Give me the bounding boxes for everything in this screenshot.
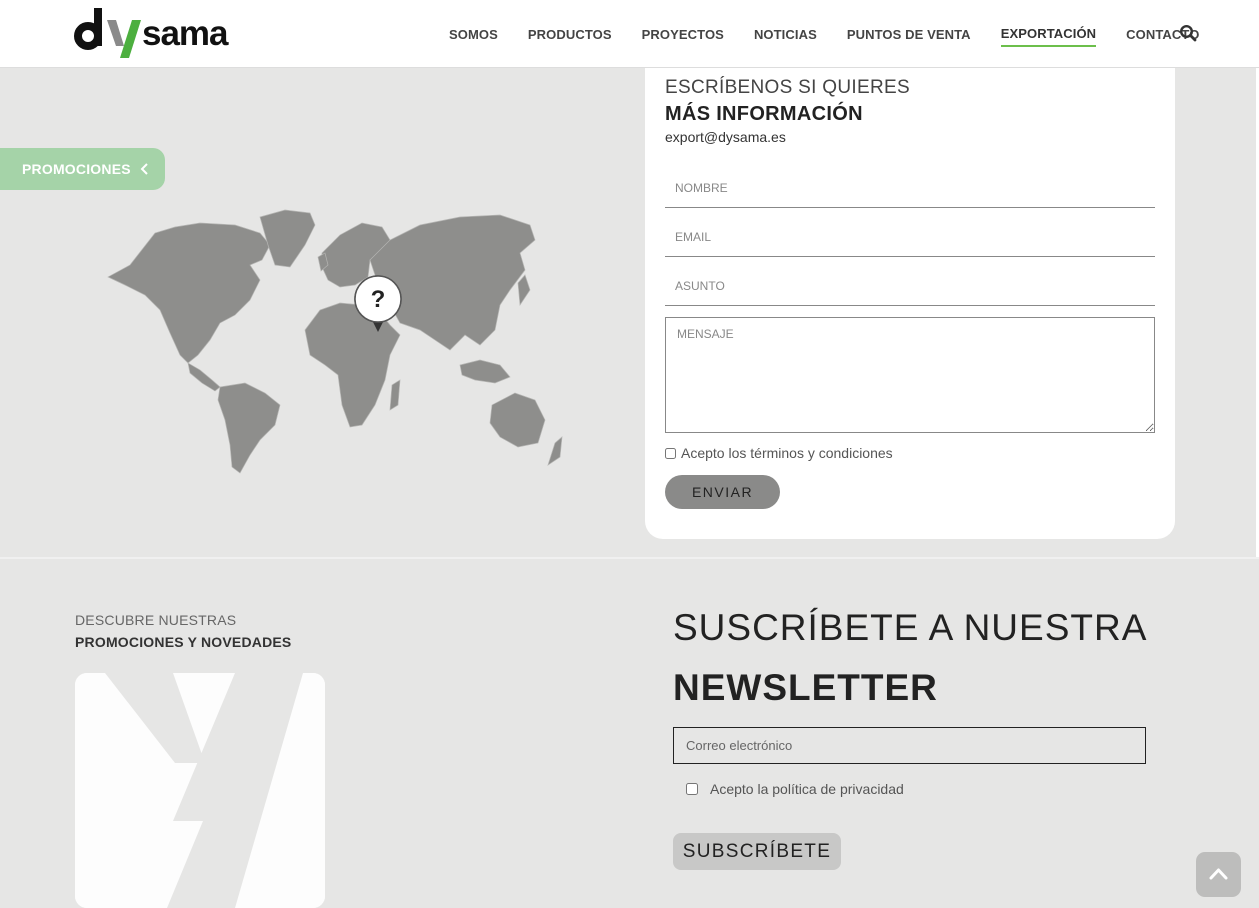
japan-shape — [517, 274, 531, 307]
export-email-link[interactable]: export@dysama.es — [665, 129, 786, 145]
madagascar-shape — [389, 379, 401, 411]
australia-shape — [489, 392, 546, 448]
main-nav: SOMOS PRODUCTOS PROYECTOS NOTICIAS PUNTO… — [434, 0, 1214, 68]
privacy-checkbox-row[interactable]: Acepto la política de privacidad — [686, 781, 904, 797]
terms-checkbox-row[interactable]: Acepto los términos y condiciones — [665, 445, 893, 461]
central-america-shape — [187, 362, 221, 392]
site-header: sama SOMOS PRODUCTOS PROYECTOS NOTICIAS … — [0, 0, 1259, 68]
north-america-shape — [107, 222, 271, 364]
newsletter-email-input[interactable] — [673, 727, 1146, 764]
nav-item-proyectos[interactable]: PROYECTOS — [642, 23, 724, 46]
promotions-title: PROMOCIONES Y NOVEDADES — [75, 634, 292, 650]
dysama-logo[interactable]: sama — [74, 6, 276, 60]
nav-item-noticias[interactable]: NOTICIAS — [754, 23, 817, 46]
newsletter-heading-line1: SUSCRÍBETE A NUESTRA — [673, 607, 1148, 648]
chevron-left-icon — [140, 163, 148, 175]
promotions-tab-label: PROMOCIONES — [22, 161, 131, 177]
terms-label: Acepto los términos y condiciones — [681, 445, 893, 461]
subject-field[interactable] — [665, 266, 1155, 306]
world-map — [107, 209, 563, 474]
privacy-checkbox[interactable] — [686, 783, 698, 795]
newsletter-heading-line2: NEWSLETTER — [673, 667, 938, 708]
nav-item-somos[interactable]: SOMOS — [449, 23, 498, 46]
form-title: MÁS INFORMACIÓN — [665, 103, 863, 125]
dysama-y-graphic — [75, 673, 325, 908]
southeast-asia-shape — [459, 359, 511, 384]
name-field[interactable] — [665, 168, 1155, 208]
promotions-subtitle: DESCUBRE NUESTRAS — [75, 612, 237, 628]
new-zealand-shape — [547, 436, 563, 466]
svg-text:sama: sama — [142, 14, 229, 53]
terms-checkbox[interactable] — [665, 447, 676, 459]
send-button[interactable]: ENVIAR — [665, 475, 780, 509]
export-contact-form: ESCRÍBENOS SI QUIERES MÁS INFORMACIÓN ex… — [645, 50, 1175, 539]
promotions-tab[interactable]: PROMOCIONES — [0, 148, 165, 190]
nav-item-productos[interactable]: PRODUCTOS — [528, 23, 612, 46]
subscribe-button[interactable]: SUBSCRÍBETE — [673, 833, 841, 870]
nav-item-exportacion[interactable]: EXPORTACIÓN — [1000, 22, 1097, 47]
promotion-image[interactable] — [75, 673, 325, 908]
search-icon[interactable] — [1179, 24, 1197, 42]
message-field[interactable] — [665, 317, 1155, 433]
chevron-up-icon — [1209, 868, 1228, 880]
greenland-shape — [259, 209, 316, 268]
section-divider — [0, 557, 1259, 559]
scroll-to-top-button[interactable] — [1196, 852, 1241, 897]
nav-item-puntos-de-venta[interactable]: PUNTOS DE VENTA — [847, 23, 971, 46]
map-marker-label: ? — [371, 286, 386, 313]
form-subtitle: ESCRÍBENOS SI QUIERES — [665, 77, 910, 98]
south-america-shape — [217, 382, 281, 474]
privacy-label: Acepto la política de privacidad — [710, 781, 904, 797]
map-marker-pin[interactable]: ? — [354, 274, 402, 336]
email-field[interactable] — [665, 217, 1155, 257]
